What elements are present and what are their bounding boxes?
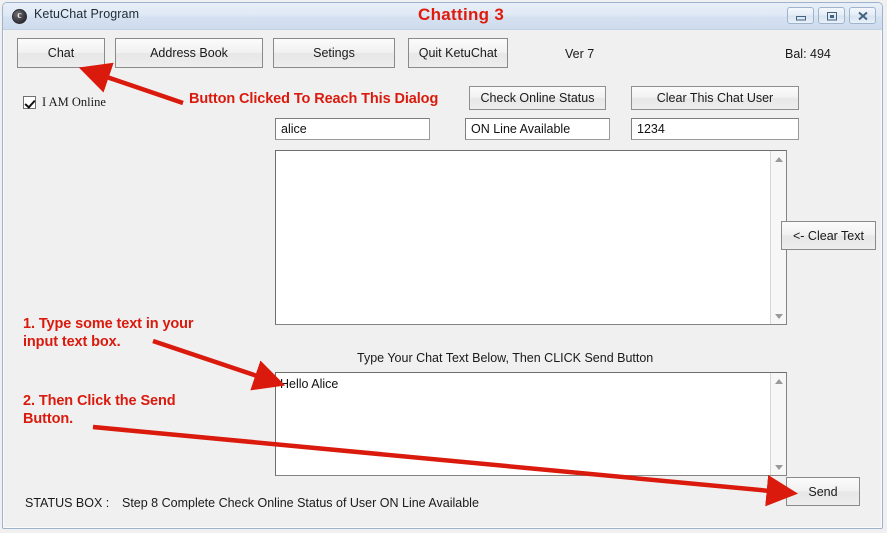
balance-label: Bal: 494 [785, 47, 831, 61]
chat-input-scrollbar[interactable] [770, 373, 786, 475]
user-name-field[interactable]: alice [275, 118, 430, 140]
app-circle-c-icon [12, 9, 27, 24]
restore-icon[interactable] [818, 7, 845, 24]
i-am-online-checkbox[interactable]: I AM Online [23, 95, 106, 110]
scroll-up-icon[interactable] [771, 151, 786, 167]
online-state-field[interactable]: ON Line Available [465, 118, 610, 140]
minimize-glyph [788, 8, 813, 23]
quit-ketuchat-button[interactable]: Quit KetuChat [408, 38, 508, 68]
send-button[interactable]: Send [786, 477, 860, 506]
window-title: KetuChat Program [34, 7, 140, 21]
title-bar: KetuChat Program Chatting 3 [3, 3, 882, 30]
close-glyph [850, 8, 875, 23]
annotation-step-two: 2. Then Click the Send Button. [23, 393, 176, 428]
application-window: KetuChat Program Chatting 3 [0, 0, 887, 533]
dialog-heading: Chatting 3 [418, 5, 505, 24]
address-book-button[interactable]: Address Book [115, 38, 263, 68]
window-frame: KetuChat Program Chatting 3 [2, 2, 883, 529]
settings-button[interactable]: Setings [273, 38, 395, 68]
chat-display-text [276, 151, 770, 324]
input-scroll-up-icon[interactable] [771, 373, 786, 389]
annotation-step-one: 1. Type some text in your input text box… [23, 316, 194, 351]
version-label: Ver 7 [565, 47, 595, 61]
restore-glyph [819, 8, 844, 23]
chat-button[interactable]: Chat [17, 38, 105, 68]
checkbox-box-icon[interactable] [23, 96, 36, 109]
input-scroll-down-icon[interactable] [771, 459, 786, 475]
check-online-status-button[interactable]: Check Online Status [469, 86, 606, 110]
chat-input-text: Hello Alice [280, 377, 339, 391]
status-box-message: Step 8 Complete Check Online Status of U… [122, 496, 479, 510]
i-am-online-label: I AM Online [42, 95, 106, 109]
input-hint-label: Type Your Chat Text Below, Then CLICK Se… [357, 351, 654, 365]
scroll-down-icon[interactable] [771, 308, 786, 324]
user-code-field[interactable]: 1234 [631, 118, 799, 140]
chat-display-area[interactable] [275, 150, 787, 325]
clear-this-chat-user-button[interactable]: Clear This Chat User [631, 86, 799, 110]
minimize-icon[interactable] [787, 7, 814, 24]
close-icon[interactable] [849, 7, 876, 24]
window-controls [787, 7, 876, 24]
chat-input-area[interactable]: Hello Alice [275, 372, 787, 476]
annotation-button-clicked: Button Clicked To Reach This Dialog [189, 91, 439, 107]
status-box-label: STATUS BOX : [25, 496, 110, 510]
clear-text-button[interactable]: <- Clear Text [781, 221, 876, 250]
